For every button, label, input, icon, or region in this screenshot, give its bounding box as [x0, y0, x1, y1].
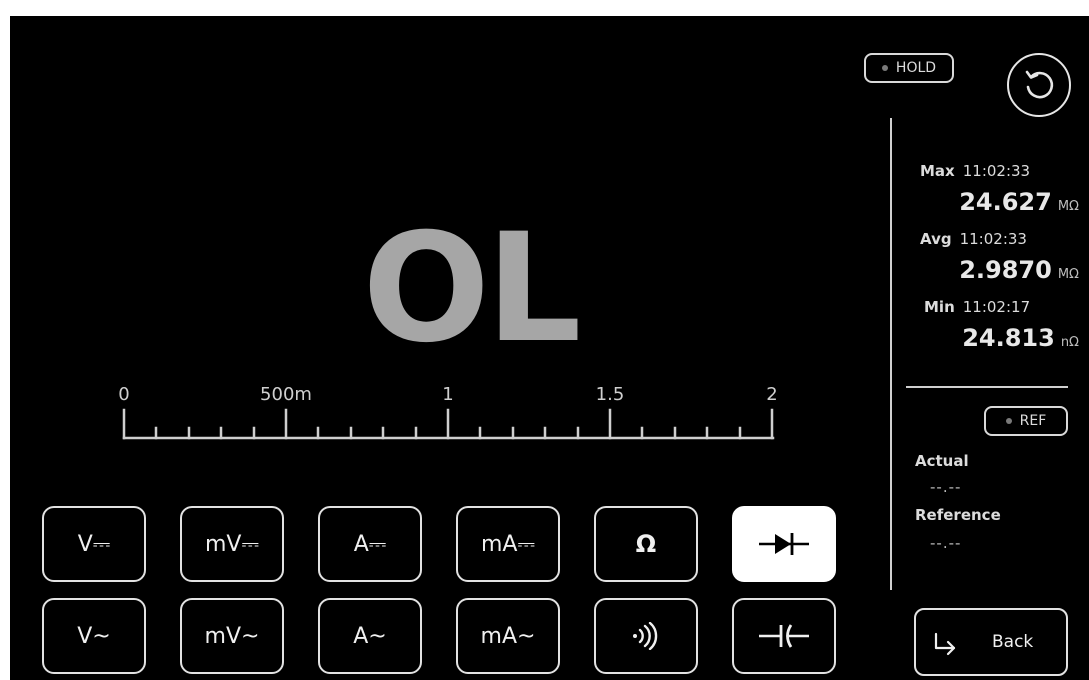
reference-label: Reference [915, 506, 1001, 524]
min-stat-value: 24.813 nΩ [962, 324, 1079, 352]
mode-ohm-button[interactable]: Ω [594, 506, 698, 582]
min-stat-header: Min 11:02:17 [924, 298, 1030, 316]
capacitor-icon [759, 624, 809, 648]
avg-value: 2.9870 [959, 256, 1052, 284]
diode-icon [759, 533, 809, 555]
scale-label-1: 1 [442, 384, 454, 405]
reset-button[interactable] [1007, 53, 1071, 117]
mode-v-dc-label: V⎓ [77, 531, 111, 557]
continuity-icon [633, 622, 658, 650]
return-arrow-icon [934, 632, 956, 656]
mode-a-ac-button[interactable]: A~ [318, 598, 422, 674]
scale-label-0: 0 [118, 384, 130, 405]
scale-label-1-5: 1.5 [595, 384, 625, 405]
mode-v-ac-button[interactable]: V~ [42, 598, 146, 674]
avg-stat-header: Avg 11:02:33 [920, 230, 1027, 248]
max-value: 24.627 [959, 188, 1052, 216]
ref-indicator-dot [1005, 418, 1012, 424]
min-unit: nΩ [1060, 335, 1079, 350]
min-value: 24.813 [962, 324, 1055, 352]
mode-mv-dc-label: mV⎓ [204, 531, 260, 557]
reference-value: --.-- [930, 534, 962, 552]
main-reading: OL [362, 202, 581, 376]
mode-continuity-button[interactable] [594, 598, 698, 674]
panel-divider-horizontal [906, 386, 1068, 388]
back-label: Back [992, 632, 1034, 652]
avg-time: 11:02:33 [959, 230, 1027, 248]
back-button[interactable]: Back [914, 608, 1068, 676]
max-time: 11:02:33 [962, 162, 1031, 180]
hold-button[interactable]: HOLD [864, 53, 954, 83]
mode-v-ac-label: V~ [77, 623, 111, 649]
mode-mv-ac-button[interactable]: mV~ [180, 598, 284, 674]
mode-mv-dc-button[interactable]: mV⎓ [180, 506, 284, 582]
ref-label: REF [1019, 413, 1047, 429]
avg-label: Avg [920, 230, 952, 248]
hold-indicator-dot [881, 65, 888, 71]
mode-v-dc-button[interactable]: V⎓ [42, 506, 146, 582]
mode-a-ac-label: A~ [353, 623, 387, 649]
min-time: 11:02:17 [962, 298, 1031, 316]
max-label: Max [920, 162, 955, 180]
mode-ma-ac-button[interactable]: mA~ [456, 598, 560, 674]
scale-label-500m: 500m [260, 384, 312, 405]
mode-ma-ac-label: mA~ [480, 623, 536, 649]
mode-mv-ac-label: mV~ [204, 623, 260, 649]
hold-label: HOLD [895, 60, 937, 76]
avg-stat-value: 2.9870 MΩ [959, 256, 1079, 284]
actual-value: --.-- [930, 478, 962, 496]
scale-label-2: 2 [766, 384, 778, 405]
mode-ma-dc-label: mA⎓ [480, 531, 536, 557]
reset-icon [1025, 70, 1054, 99]
mode-capacitance-button[interactable] [732, 598, 836, 674]
mode-a-dc-button[interactable]: A⎓ [318, 506, 422, 582]
min-label: Min [924, 298, 955, 316]
mode-a-dc-label: A⎓ [353, 531, 387, 557]
actual-label: Actual [915, 452, 969, 470]
ref-button[interactable]: REF [984, 406, 1068, 436]
mode-diode-button[interactable] [732, 506, 836, 582]
mode-ma-dc-button[interactable]: mA⎓ [456, 506, 560, 582]
panel-divider-vertical [890, 118, 892, 590]
max-unit: MΩ [1057, 199, 1079, 214]
mode-ohm-label: Ω [635, 530, 657, 558]
max-stat-header: Max 11:02:33 [920, 162, 1030, 180]
max-stat-value: 24.627 MΩ [959, 188, 1079, 216]
scale-ruler [122, 408, 775, 440]
multimeter-screen: HOLD OL 0 500m 1 1.5 2 Max 11:02:33 24.6… [10, 16, 1089, 680]
avg-unit: MΩ [1057, 267, 1079, 282]
